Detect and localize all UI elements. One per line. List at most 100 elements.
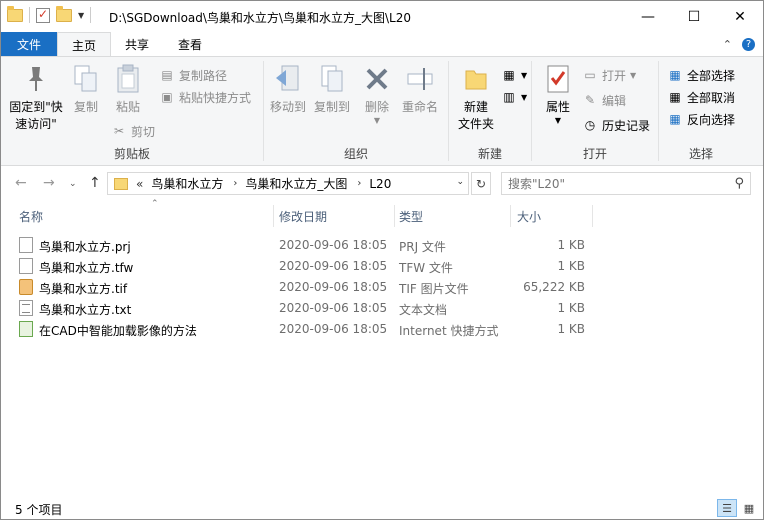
refresh-button[interactable]: ↻: [471, 172, 491, 195]
file-name: 鸟巢和水立方.tfw: [39, 261, 134, 275]
open-button[interactable]: ▭ 打开 ▼: [582, 65, 636, 85]
delete-button[interactable]: 删除 ▼: [360, 63, 394, 126]
copy-to-label: 复制到: [313, 100, 350, 114]
tab-share[interactable]: 共享: [111, 32, 163, 56]
window-title: D:\SGDownload\鸟巢和水立方\鸟巢和水立方_大图\L20: [109, 11, 411, 25]
expand-ribbon-icon[interactable]: ⌃: [723, 38, 732, 51]
scissors-icon: ✂: [113, 124, 125, 138]
pin-icon: [20, 63, 52, 95]
tab-file[interactable]: 文件: [1, 32, 57, 56]
file-type: PRJ 文件: [399, 240, 446, 254]
breadcrumb-overflow[interactable]: «: [136, 177, 143, 191]
address-dropdown-icon[interactable]: ⌄: [456, 177, 464, 187]
rename-icon: [404, 63, 436, 95]
delete-dropdown-icon[interactable]: ▼: [374, 116, 380, 126]
help-icon[interactable]: ?: [742, 38, 755, 51]
ribbon-tabs: 文件 主页 共享 查看 ⌃ ?: [1, 32, 763, 57]
details-view-icon[interactable]: ☰: [717, 499, 737, 517]
pin-quick-access-button[interactable]: 固定到"快速访问": [7, 63, 65, 133]
file-row[interactable]: 鸟巢和水立方.txt 2020-09-06 18:05 文本文档 1 KB: [17, 298, 617, 319]
properties-check-icon[interactable]: [36, 7, 50, 23]
history-label: 历史记录: [602, 118, 651, 133]
column-type-label: 类型: [399, 209, 424, 224]
new-folder-button[interactable]: 新建 文件夹: [453, 63, 499, 133]
search-input[interactable]: [508, 176, 718, 191]
file-row[interactable]: 鸟巢和水立方.prj 2020-09-06 18:05 PRJ 文件 1 KB: [17, 235, 617, 256]
back-arrow-icon[interactable]: ←: [15, 175, 27, 191]
file-size: 1 KB: [557, 322, 585, 336]
history-button[interactable]: ◷ 历史记录: [582, 115, 650, 135]
new-folder-icon[interactable]: [56, 5, 72, 22]
tab-home[interactable]: 主页: [57, 32, 111, 57]
file-size: 65,222 KB: [523, 280, 585, 294]
divider: [90, 7, 92, 23]
edit-icon: ✎: [584, 93, 596, 107]
paste-shortcut-button[interactable]: ▣ 粘贴快捷方式: [159, 87, 251, 107]
status-bar: 5 个项目 ☰ ▦: [1, 497, 763, 519]
paste-label: 粘贴: [115, 100, 140, 114]
properties-dropdown-icon[interactable]: ▼: [555, 116, 561, 126]
move-to-icon: [272, 63, 304, 95]
search-box[interactable]: ⚲: [501, 172, 751, 195]
copy-to-button[interactable]: 复制到: [310, 63, 354, 116]
paste-shortcut-icon: ▣: [161, 90, 173, 104]
column-date-label: 修改日期: [279, 209, 328, 224]
move-to-button[interactable]: 移动到: [266, 63, 310, 116]
recent-locations-dropdown-icon[interactable]: ⌄: [69, 179, 77, 189]
column-header-name[interactable]: ⌃ 名称: [15, 199, 274, 227]
select-none-button[interactable]: ▦ 全部取消: [667, 87, 735, 107]
column-header-date[interactable]: 修改日期: [275, 205, 395, 227]
search-icon[interactable]: ⚲: [734, 176, 744, 191]
invert-selection-button[interactable]: ▦ 反向选择: [667, 109, 735, 129]
copy-button[interactable]: 复制: [69, 63, 103, 116]
properties-label: 属性: [545, 100, 570, 114]
item-count: 5 个项目: [15, 503, 63, 517]
breadcrumb-item[interactable]: L20: [369, 177, 391, 191]
new-item-button[interactable]: ▦ ▼: [501, 65, 527, 85]
invert-selection-label: 反向选择: [687, 112, 736, 127]
edit-button[interactable]: ✎ 编辑: [582, 90, 626, 110]
image-file-icon: [19, 279, 33, 295]
minimize-button[interactable]: —: [625, 1, 671, 32]
chevron-right-icon[interactable]: ›: [357, 178, 361, 189]
copy-label: 复制: [73, 100, 98, 114]
breadcrumb-item[interactable]: 鸟巢和水立方_大图: [245, 175, 347, 192]
cut-button[interactable]: ✂ 剪切: [111, 121, 155, 141]
rename-label: 重命名: [401, 100, 438, 114]
quick-access-toolbar: ▼: [7, 5, 92, 23]
close-button[interactable]: ✕: [717, 1, 763, 32]
easy-access-button[interactable]: ▥ ▼: [501, 87, 527, 107]
file-type: Internet 快捷方式: [399, 324, 499, 338]
up-arrow-icon[interactable]: ↑: [89, 175, 101, 191]
chevron-right-icon[interactable]: ›: [233, 178, 237, 189]
tab-view[interactable]: 查看: [163, 32, 217, 56]
select-all-button[interactable]: ▦ 全部选择: [667, 65, 735, 85]
maximize-button[interactable]: ☐: [671, 1, 717, 32]
column-header-size[interactable]: 大小: [513, 205, 593, 227]
large-icons-view-icon[interactable]: ▦: [739, 499, 759, 517]
column-header-type[interactable]: 类型: [395, 205, 511, 227]
copy-path-button[interactable]: ▤ 复制路径: [159, 65, 227, 85]
file-size: 1 KB: [557, 238, 585, 252]
sort-ascending-icon: ⌃: [151, 199, 159, 209]
divider: [29, 7, 30, 23]
new-group-label: 新建: [477, 147, 502, 161]
forward-arrow-icon[interactable]: →: [43, 175, 55, 191]
new-folder-icon: [460, 63, 492, 95]
file-date: 2020-09-06 18:05: [279, 238, 388, 252]
address-bar[interactable]: « 鸟巢和水立方 › 鸟巢和水立方_大图 › L20 ⌄: [107, 172, 469, 195]
file-row[interactable]: 鸟巢和水立方.tfw 2020-09-06 18:05 TFW 文件 1 KB: [17, 256, 617, 277]
file-icon: [19, 237, 33, 253]
pin-label: 固定到"快速访问": [9, 100, 63, 131]
paste-button[interactable]: 粘贴: [111, 63, 145, 116]
breadcrumb-item[interactable]: 鸟巢和水立方: [151, 175, 223, 192]
rename-button[interactable]: 重命名: [398, 63, 442, 116]
file-size: 1 KB: [557, 259, 585, 273]
file-type: TFW 文件: [399, 261, 453, 275]
file-row[interactable]: 在CAD中智能加载影像的方法 2020-09-06 18:05 Internet…: [17, 319, 617, 340]
organize-group: 移动到 复制到 删除 ▼ 重命名 组织: [264, 57, 448, 165]
file-name: 鸟巢和水立方.prj: [39, 240, 131, 254]
customize-toolbar-dropdown-icon[interactable]: ▼: [78, 11, 84, 20]
properties-button[interactable]: 属性 ▼: [538, 63, 578, 126]
file-row[interactable]: 鸟巢和水立方.tif 2020-09-06 18:05 TIF 图片文件 65,…: [17, 277, 617, 298]
